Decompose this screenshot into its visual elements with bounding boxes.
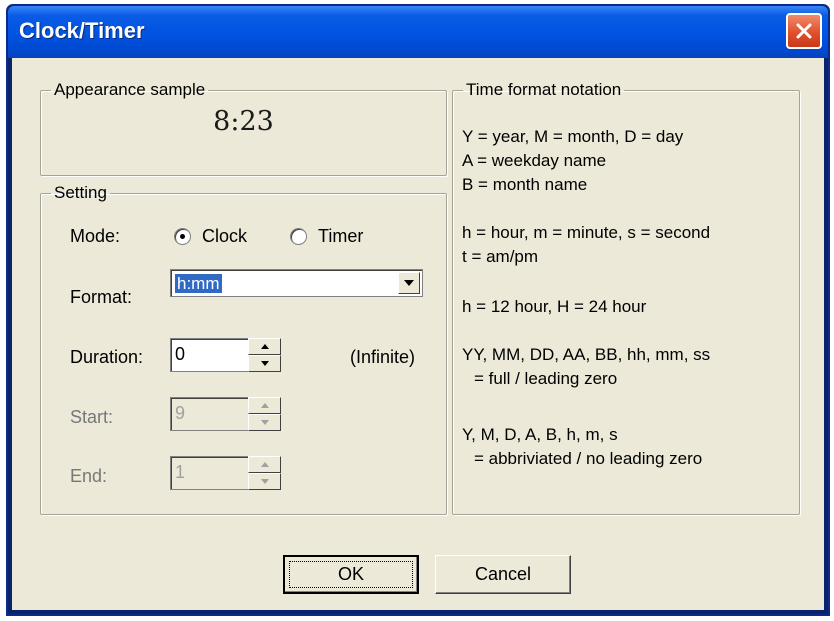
start-label: Start: [70,407,114,427]
notation-line: t = am/pm [462,247,539,266]
notation-line: Y = year, M = month, D = day [462,127,684,146]
end-spin-down[interactable] [248,473,281,490]
duration-spin-down[interactable] [248,355,281,372]
clock-sample-display: 8:23 [213,106,274,137]
triangle-down-icon [261,420,269,425]
notation-line: = abbriviated / no leading zero [474,449,703,468]
end-value: 1 [175,462,186,482]
notation-line: A = weekday name [462,151,607,170]
notation-line: = full / leading zero [474,369,618,388]
mode-timer-radio[interactable] [290,228,307,245]
appearance-sample-legend: Appearance sample [54,80,206,99]
dialog-title: Clock/Timer [19,18,145,43]
mode-timer-label[interactable]: Timer [318,226,363,247]
mode-clock-label[interactable]: Clock [202,226,247,247]
notation-text: Y = year, M = month, D = day A = weekday… [452,80,798,513]
duration-value[interactable]: 0 [175,344,185,365]
start-spin-up[interactable] [248,397,281,414]
triangle-up-icon [261,462,269,467]
start-input[interactable]: 9 [170,397,250,431]
appearance-sample-group: Appearance sample 8:23 [40,80,447,176]
start-spin-down[interactable] [248,414,281,431]
format-combobox[interactable]: h:mm [170,269,423,297]
duration-spin-up[interactable] [248,338,281,355]
triangle-down-icon [261,361,269,366]
duration-input[interactable]: 0 [170,338,250,372]
cancel-button[interactable]: Cancel [435,555,571,594]
mode-clock-radio[interactable] [174,228,191,245]
end-label: End: [70,466,108,486]
duration-label: Duration: [70,347,144,367]
chevron-down-icon [404,280,414,286]
notation-line: h = 12 hour, H = 24 hour [462,297,647,316]
ok-button-label: OK [337,564,364,584]
triangle-up-icon [261,344,269,349]
dialog-body: Appearance sample 8:23 Setting Mode: Clo… [12,58,824,610]
format-label: Format: [70,287,133,307]
notation-line: B = month name [462,175,588,194]
close-button[interactable] [786,13,822,49]
format-value[interactable]: h:mm [175,274,222,293]
notation-line: YY, MM, DD, AA, BB, hh, mm, ss [462,345,711,364]
notation-line: h = hour, m = minute, s = second [462,223,711,242]
setting-legend: Setting [54,183,107,202]
cancel-button-label: Cancel [474,564,532,584]
format-dropdown-button[interactable] [398,272,420,294]
start-value: 9 [175,403,186,423]
triangle-down-icon [261,479,269,484]
triangle-up-icon [261,403,269,408]
ok-button[interactable]: OK [283,555,419,594]
clock-timer-dialog: Clock/Timer Appearance sample 8:23 Setti… [6,4,830,616]
duration-spinner[interactable] [248,338,281,372]
start-spinner[interactable] [248,397,281,431]
radio-selected-dot [180,234,185,239]
end-spin-up[interactable] [248,456,281,473]
end-spinner[interactable] [248,456,281,490]
notation-line: Y, M, D, A, B, h, m, s [462,425,618,444]
close-x-icon [796,23,812,39]
end-input[interactable]: 1 [170,456,250,490]
duration-note: (Infinite) [350,347,416,367]
title-bar[interactable]: Clock/Timer [8,6,828,58]
mode-label: Mode: [70,226,121,246]
